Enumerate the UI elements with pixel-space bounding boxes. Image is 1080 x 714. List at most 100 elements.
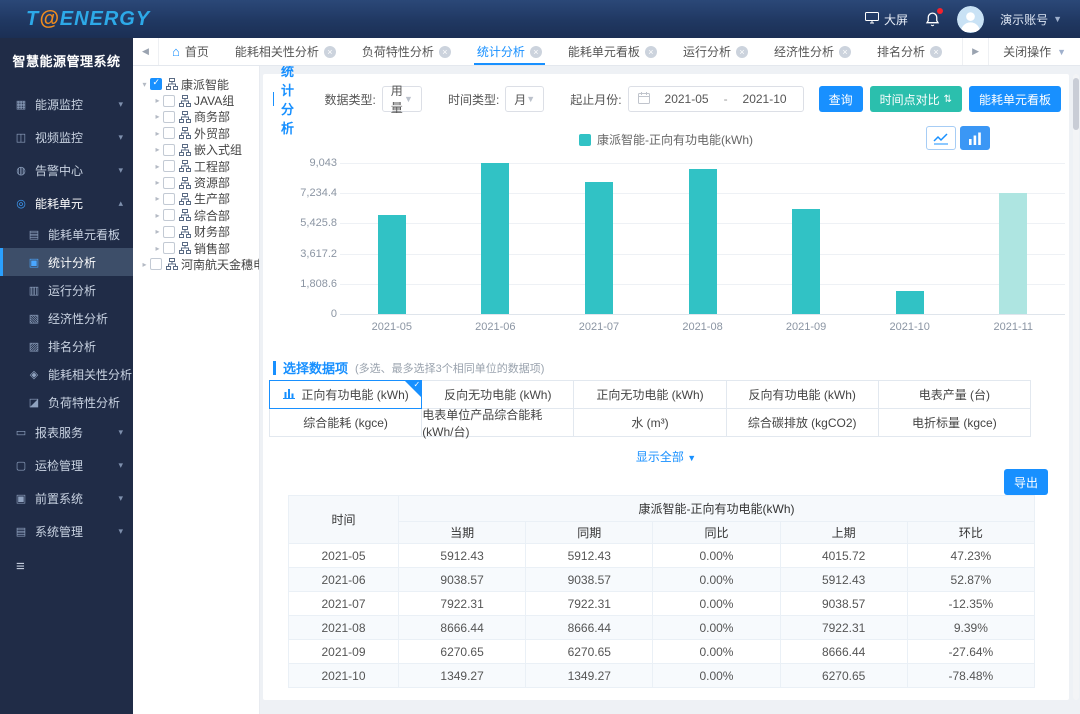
close-icon[interactable]: × <box>839 46 851 58</box>
tree-expand-icon[interactable]: ▸ <box>152 96 163 105</box>
scrollbar-track[interactable] <box>1073 74 1079 700</box>
data-item-option-7[interactable]: 水 (m³) <box>574 409 726 437</box>
data-item-option-5[interactable]: 综合能耗 (kgce) <box>270 409 422 437</box>
tab-home[interactable]: ⌂首页 <box>159 38 222 65</box>
data-item-option-0[interactable]: 正向有功电能 (kWh)✓ <box>269 380 422 409</box>
tree-checkbox[interactable] <box>163 144 175 156</box>
sidebar-item-report-service[interactable]: ▭报表服务▾ <box>0 416 133 449</box>
tree-checkbox[interactable] <box>150 258 162 270</box>
sidebar-item-alarm-center[interactable]: ◍告警中心▾ <box>0 154 133 187</box>
sidebar-item-label: 能源监控 <box>35 96 83 113</box>
sidebar-item-inspection-manage[interactable]: ▢运检管理▾ <box>0 449 133 482</box>
sidebar-item-run-analysis[interactable]: ▥运行分析 <box>0 276 133 304</box>
sidebar-item-video-monitor[interactable]: ◫视频监控▾ <box>0 121 133 154</box>
bar-chart-toggle[interactable] <box>960 126 990 150</box>
sidebar-item-system-manage[interactable]: ▤系统管理▾ <box>0 515 133 548</box>
tree-expand-icon[interactable]: ▸ <box>152 244 163 253</box>
avatar[interactable] <box>957 6 984 33</box>
tree-node-child-8[interactable]: ▸财务部 <box>139 224 259 240</box>
tree-expand-open-icon[interactable]: ▾ <box>139 80 150 89</box>
data-item-option-6[interactable]: 电表单位产品综合能耗 (kWh/台) <box>422 409 574 437</box>
tree-node-child-7[interactable]: ▸综合部 <box>139 207 259 223</box>
account-menu[interactable]: 演示账号 ▼ <box>1000 11 1062 28</box>
system-title: 智慧能源管理系统 <box>0 38 133 80</box>
sidebar-item-energy-monitor[interactable]: ▦能源监控▾ <box>0 88 133 121</box>
sidebar-item-economic-analysis[interactable]: ▧经济性分析 <box>0 304 133 332</box>
sidebar-item-load-analysis[interactable]: ◪负荷特性分析 <box>0 388 133 416</box>
close-operations-menu[interactable]: 关闭操作 ▼ <box>988 38 1080 65</box>
range-end-value[interactable]: 2021-10 <box>736 92 794 106</box>
tree-node-child-9[interactable]: ▸销售部 <box>139 240 259 256</box>
time-compare-button[interactable]: 时间点对比 ⇅ <box>870 86 962 112</box>
tab-load[interactable]: 负荷特性分析× <box>349 38 464 65</box>
tree-expand-icon[interactable]: ▸ <box>139 260 150 269</box>
sidebar-item-energy-unit-board[interactable]: ▤能耗单元看板 <box>0 220 133 248</box>
tree-checkbox[interactable] <box>163 193 175 205</box>
tree-node-child-6[interactable]: ▸生产部 <box>139 191 259 207</box>
tree-node-child-2[interactable]: ▸外贸部 <box>139 125 259 141</box>
tab-stat[interactable]: 统计分析× <box>464 38 555 65</box>
big-screen-button[interactable]: 大屏 <box>865 11 908 28</box>
data-type-select[interactable]: 用量 ▼ <box>382 86 422 112</box>
close-icon[interactable]: × <box>530 46 542 58</box>
sidebar-item-front-system[interactable]: ▣前置系统▾ <box>0 482 133 515</box>
sidebar-item-correlation-analysis[interactable]: ◈能耗相关性分析 <box>0 360 133 388</box>
tab-unit-board[interactable]: 能耗单元看板× <box>555 38 670 65</box>
tree-expand-icon[interactable]: ▸ <box>152 178 163 187</box>
sidebar-item-rank-analysis[interactable]: ▨排名分析 <box>0 332 133 360</box>
tabs-scroll-right-icon[interactable]: ▶ <box>962 38 988 65</box>
tree-node-child-1[interactable]: ▸商务部 <box>139 109 259 125</box>
tree-checkbox[interactable] <box>163 226 175 238</box>
tree-expand-icon[interactable]: ▸ <box>152 194 163 203</box>
tree-node-child-3[interactable]: ▸嵌入式组 <box>139 142 259 158</box>
tab-economic[interactable]: 经济性分析× <box>761 38 864 65</box>
month-range-input[interactable]: 2021-05 - 2021-10 <box>628 86 804 112</box>
data-item-option-2[interactable]: 正向无功电能 (kWh) <box>574 381 726 409</box>
unit-panel-button[interactable]: 能耗单元看板 <box>969 86 1061 112</box>
tree-expand-icon[interactable]: ▸ <box>152 145 163 154</box>
tree-expand-icon[interactable]: ▸ <box>152 162 163 171</box>
time-type-select[interactable]: 月 ▼ <box>505 86 544 112</box>
tree-expand-icon[interactable]: ▸ <box>152 112 163 121</box>
tree-node-sibling[interactable]: ▸河南航天金穗电子有 <box>139 256 259 272</box>
tabs-scroll-left-icon[interactable]: ◀ <box>133 38 159 65</box>
data-item-option-9[interactable]: 电折标量 (kgce) <box>879 409 1031 437</box>
data-item-option-8[interactable]: 综合碳排放 (kgCO2) <box>727 409 879 437</box>
sidebar-item-stat-analysis[interactable]: ▣统计分析 <box>0 248 133 276</box>
close-icon[interactable]: × <box>736 46 748 58</box>
close-icon[interactable]: × <box>645 46 657 58</box>
tree-checkbox[interactable] <box>163 160 175 172</box>
tab-rank[interactable]: 排名分析× <box>864 38 955 65</box>
range-start-value[interactable]: 2021-05 <box>658 92 716 106</box>
data-item-option-4[interactable]: 电表产量 (台) <box>879 381 1031 409</box>
tree-expand-icon[interactable]: ▸ <box>152 211 163 220</box>
show-all-link[interactable]: 显示全部 ▼ <box>263 448 1069 465</box>
tree-expand-icon[interactable]: ▸ <box>152 227 163 236</box>
data-item-option-3[interactable]: 反向有功电能 (kWh) <box>727 381 879 409</box>
line-chart-toggle[interactable] <box>926 126 956 150</box>
query-button[interactable]: 查询 <box>819 86 863 112</box>
tree-checkbox[interactable] <box>163 95 175 107</box>
tree-checkbox[interactable] <box>163 111 175 123</box>
tab-run[interactable]: 运行分析× <box>670 38 761 65</box>
tree-checkbox[interactable]: ✓ <box>150 78 162 90</box>
tree-node-child-4[interactable]: ▸工程部 <box>139 158 259 174</box>
tree-checkbox[interactable] <box>163 177 175 189</box>
close-icon[interactable]: × <box>439 46 451 58</box>
tree-node-child-5[interactable]: ▸资源部 <box>139 174 259 190</box>
tab-correlation[interactable]: 能耗相关性分析× <box>222 38 349 65</box>
tree-checkbox[interactable] <box>163 127 175 139</box>
close-icon[interactable]: × <box>930 46 942 58</box>
scrollbar-thumb[interactable] <box>1073 78 1079 130</box>
tree-node-root[interactable]: ▾✓康派智能 <box>139 76 259 92</box>
menu-collapse-icon[interactable]: ≡ <box>16 558 133 575</box>
stat-table: 时间 康派智能-正向有功电能(kWh) 当期同期同比上期环比 2021-0559… <box>288 495 1035 688</box>
tree-checkbox[interactable] <box>163 209 175 221</box>
close-icon[interactable]: × <box>324 46 336 58</box>
tree-expand-icon[interactable]: ▸ <box>152 129 163 138</box>
tree-checkbox[interactable] <box>163 242 175 254</box>
notification-bell-icon[interactable] <box>924 11 941 28</box>
tree-node-child-0[interactable]: ▸JAVA组 <box>139 92 259 108</box>
export-button[interactable]: 导出 <box>1004 469 1048 495</box>
sidebar-item-energy-unit[interactable]: ◎能耗单元▴ <box>0 187 133 220</box>
